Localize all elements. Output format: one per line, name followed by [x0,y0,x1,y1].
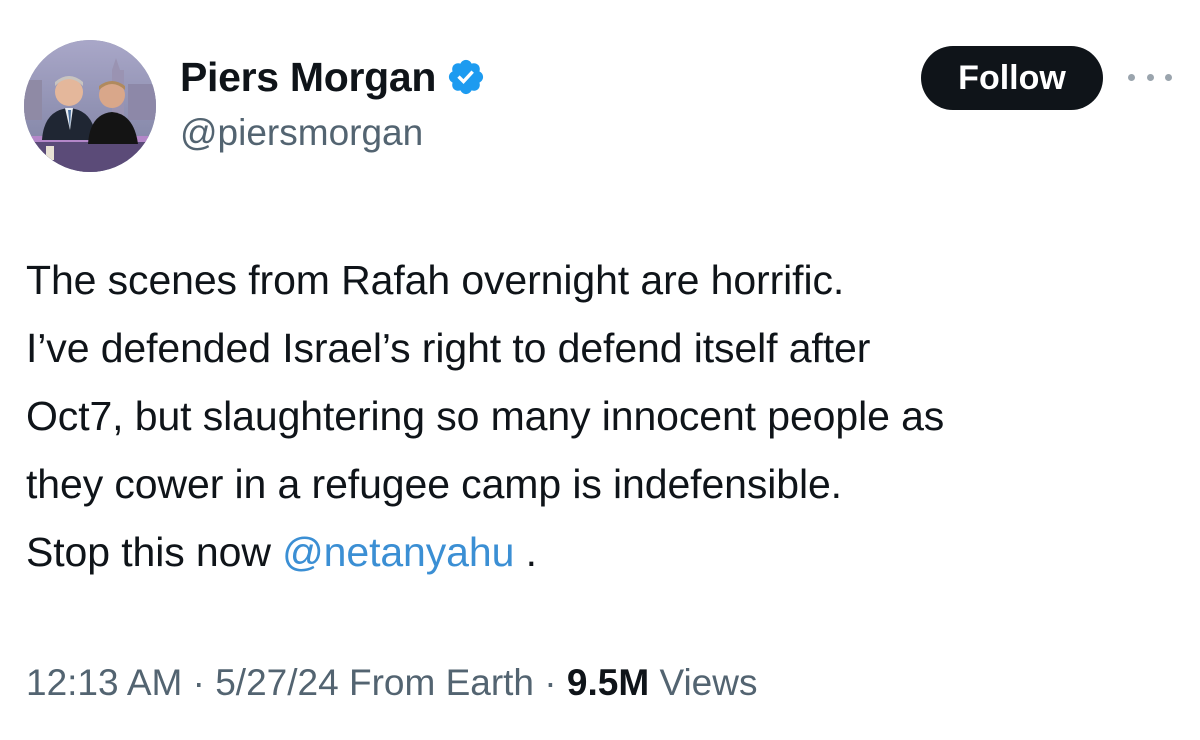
meta-separator: · [534,662,567,703]
avatar[interactable] [24,40,156,172]
mention-link[interactable]: @netanyahu [282,529,514,575]
tweet-text-last-line: Stop this now @netanyahu . [26,518,1186,586]
tweet-text-line: The scenes from Rafah overnight are horr… [26,257,845,303]
more-horizontal-icon[interactable] [1128,62,1172,92]
views-count[interactable]: 9.5M [567,662,649,703]
tweet-text-segment: Stop this now [26,529,283,575]
meta-separator: · [182,662,216,703]
views-label[interactable]: Views [659,662,757,703]
author-name-row: Piers Morgan [180,52,486,102]
follow-button[interactable]: Follow [921,46,1103,110]
more-dot [1165,73,1172,81]
tweet-location: From Earth [348,662,535,703]
tweet-text-segment: . [514,529,537,575]
tweet-text: The scenes from Rafah overnight are horr… [26,246,1186,586]
more-dot [1128,73,1135,81]
tweet-time[interactable]: 12:13 AM [26,662,182,703]
verified-badge-icon [449,59,484,95]
author-display-name[interactable]: Piers Morgan [180,52,436,102]
author-handle[interactable]: @piersmorgan [180,110,423,156]
more-dot [1146,73,1154,81]
tweet-text-line: Oct7, but slaughtering so many innocent … [26,393,945,439]
tweet-text-line: I’ve defended Israel’s right to defend i… [26,325,871,371]
tweet-text-line: they cower in a refugee camp is indefens… [26,461,842,507]
tweet-meta: 12:13 AM · 5/27/24 From Earth · 9.5M Vie… [26,660,757,706]
tweet-date[interactable]: 5/27/24 [215,662,338,703]
tweet-card: Piers Morgan @piersmorgan Follow The sce… [0,0,1200,740]
profile-photo-icon [24,40,156,172]
